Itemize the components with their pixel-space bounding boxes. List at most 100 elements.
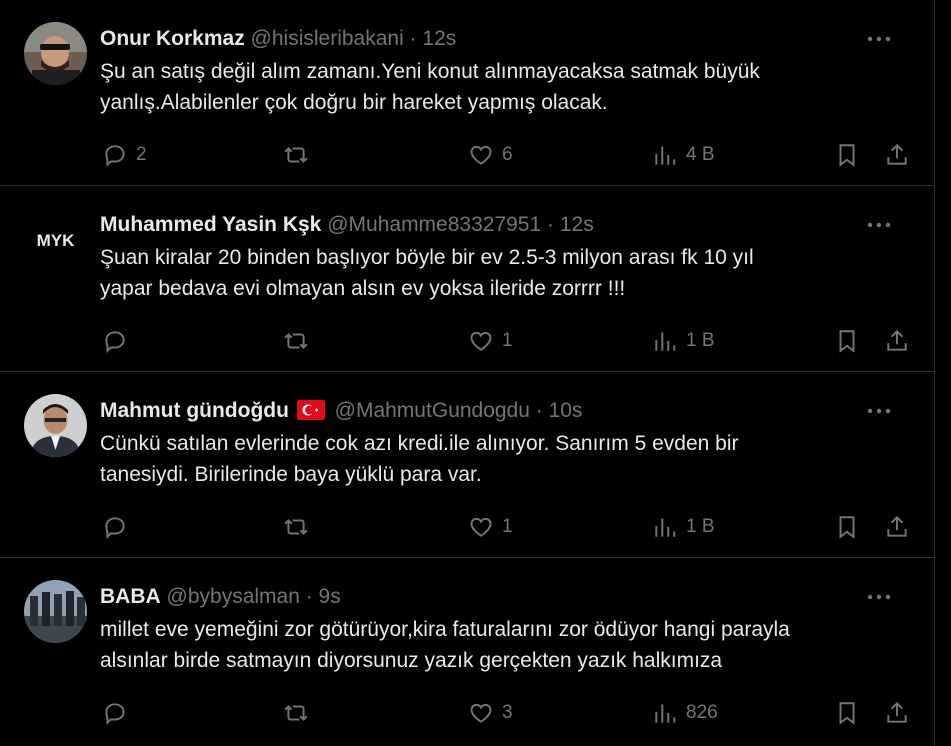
tweet[interactable]: Onur Korkmaz @hisisleribakani · 12s Şu a…	[0, 0, 934, 186]
timestamp[interactable]: · 9s	[306, 585, 341, 608]
share-button[interactable]	[884, 138, 910, 172]
retweet-button[interactable]	[283, 696, 317, 730]
author-handle[interactable]: @bybysalman	[167, 585, 300, 608]
timeline-feed: Onur Korkmaz @hisisleribakani · 12s Şu a…	[0, 0, 935, 746]
views-button[interactable]: 1 B	[652, 324, 715, 358]
more-options-button[interactable]	[865, 585, 893, 609]
views-button[interactable]: 4 B	[652, 138, 715, 172]
author-handle[interactable]: @MahmutGundogdu	[335, 399, 530, 422]
like-button[interactable]: 1	[468, 510, 513, 544]
retweet-button[interactable]	[283, 510, 317, 544]
tweet-actions: 2 6 4 B	[100, 138, 907, 172]
author-name[interactable]: BABA	[100, 585, 161, 608]
tweet-header: Onur Korkmaz @hisisleribakani · 12s	[100, 24, 874, 54]
views-button[interactable]: 1 B	[652, 510, 715, 544]
views-button[interactable]: 826	[652, 696, 718, 730]
timestamp[interactable]: · 12s	[410, 27, 457, 50]
avatar[interactable]	[24, 394, 87, 457]
tweet-header: Muhammed Yasin Kşk @Muhamme83327951 · 12…	[100, 210, 874, 240]
reply-icon	[105, 703, 125, 726]
avatar[interactable]	[24, 580, 87, 643]
share-icon	[887, 143, 907, 165]
retweet-button[interactable]	[283, 138, 317, 172]
reply-button[interactable]	[102, 510, 136, 544]
tweet-text: Şuan kiralar 20 binden başlıyor böyle bi…	[100, 246, 754, 300]
tweet-header: BABA @bybysalman · 9s	[100, 582, 874, 612]
bookmark-icon	[839, 516, 855, 539]
share-button[interactable]	[884, 324, 910, 358]
views-count: 826	[686, 702, 718, 723]
views-count: 1 B	[686, 330, 715, 351]
reply-button[interactable]	[102, 696, 136, 730]
heart-icon	[470, 703, 492, 723]
views-chart-icon	[655, 704, 676, 723]
bookmark-icon	[839, 702, 855, 725]
tweet-text: Şu an satış değil alım zamanı.Yeni konut…	[100, 60, 760, 114]
more-horizontal-icon	[867, 36, 891, 42]
tweet-actions: 1 1 B	[100, 324, 907, 358]
retweet-icon	[284, 333, 308, 349]
like-button[interactable]: 1	[468, 324, 513, 358]
share-icon	[887, 515, 907, 537]
avatar[interactable]	[24, 22, 87, 85]
more-horizontal-icon	[867, 222, 891, 228]
share-icon	[887, 329, 907, 351]
more-options-button[interactable]	[865, 27, 893, 51]
tweet[interactable]: MYK Muhammed Yasin Kşk @Muhamme83327951 …	[0, 186, 934, 372]
bookmark-button[interactable]	[834, 510, 860, 544]
avatar-logo-text: MYK	[37, 231, 76, 250]
tweet[interactable]: BABA @bybysalman · 9s millet eve yemeğin…	[0, 558, 934, 744]
heart-icon	[470, 145, 492, 165]
tweet-actions: 1 1 B	[100, 510, 907, 544]
views-chart-icon	[655, 518, 676, 537]
reply-icon	[105, 331, 125, 354]
more-horizontal-icon	[867, 408, 891, 414]
like-count: 1	[502, 516, 513, 537]
like-count: 6	[502, 144, 513, 165]
tweet-header: Mahmut gündoğdu @MahmutGundogdu · 10s	[100, 396, 874, 426]
retweet-icon	[284, 147, 308, 163]
heart-icon	[470, 331, 492, 351]
like-button[interactable]: 3	[468, 696, 513, 730]
like-count: 3	[502, 702, 513, 723]
turkey-flag-icon	[296, 400, 325, 420]
retweet-button[interactable]	[283, 324, 317, 358]
more-options-button[interactable]	[865, 399, 893, 423]
bookmark-button[interactable]	[834, 696, 860, 730]
timestamp[interactable]: · 12s	[547, 213, 594, 236]
views-count: 1 B	[686, 516, 715, 537]
author-name[interactable]: Onur Korkmaz	[100, 27, 245, 50]
share-button[interactable]	[884, 696, 910, 730]
retweet-icon	[284, 519, 308, 535]
share-button[interactable]	[884, 510, 910, 544]
share-icon	[887, 701, 907, 723]
reply-count: 2	[136, 144, 147, 165]
views-chart-icon	[655, 146, 676, 165]
reply-button[interactable]: 2	[102, 138, 147, 172]
avatar[interactable]: MYK	[24, 208, 87, 271]
author-handle[interactable]: @Muhamme83327951	[327, 213, 541, 236]
reply-icon	[105, 145, 125, 168]
bookmark-button[interactable]	[834, 324, 860, 358]
bookmark-icon	[839, 144, 855, 167]
tweet[interactable]: Mahmut gündoğdu @MahmutGundogdu · 10s Cü…	[0, 372, 934, 558]
more-options-button[interactable]	[865, 213, 893, 237]
like-count: 1	[502, 330, 513, 351]
reply-button[interactable]	[102, 324, 136, 358]
author-name[interactable]: Mahmut gündoğdu	[100, 399, 289, 422]
like-button[interactable]: 6	[468, 138, 513, 172]
tweet-actions: 3 826	[100, 696, 907, 730]
tweet-text: millet eve yemeğini zor götürüyor,kira f…	[100, 618, 790, 672]
more-horizontal-icon	[867, 594, 891, 600]
views-chart-icon	[655, 332, 676, 351]
tweet-text: Cünkü satılan evlerinde cok azı kredi.il…	[100, 432, 739, 486]
bookmark-button[interactable]	[834, 138, 860, 172]
retweet-icon	[284, 705, 308, 721]
reply-icon	[105, 517, 125, 540]
author-name[interactable]: Muhammed Yasin Kşk	[100, 213, 321, 236]
views-count: 4 B	[686, 144, 715, 165]
author-handle[interactable]: @hisisleribakani	[251, 27, 404, 50]
bookmark-icon	[839, 330, 855, 353]
timestamp[interactable]: · 10s	[536, 399, 583, 422]
heart-icon	[470, 517, 492, 537]
